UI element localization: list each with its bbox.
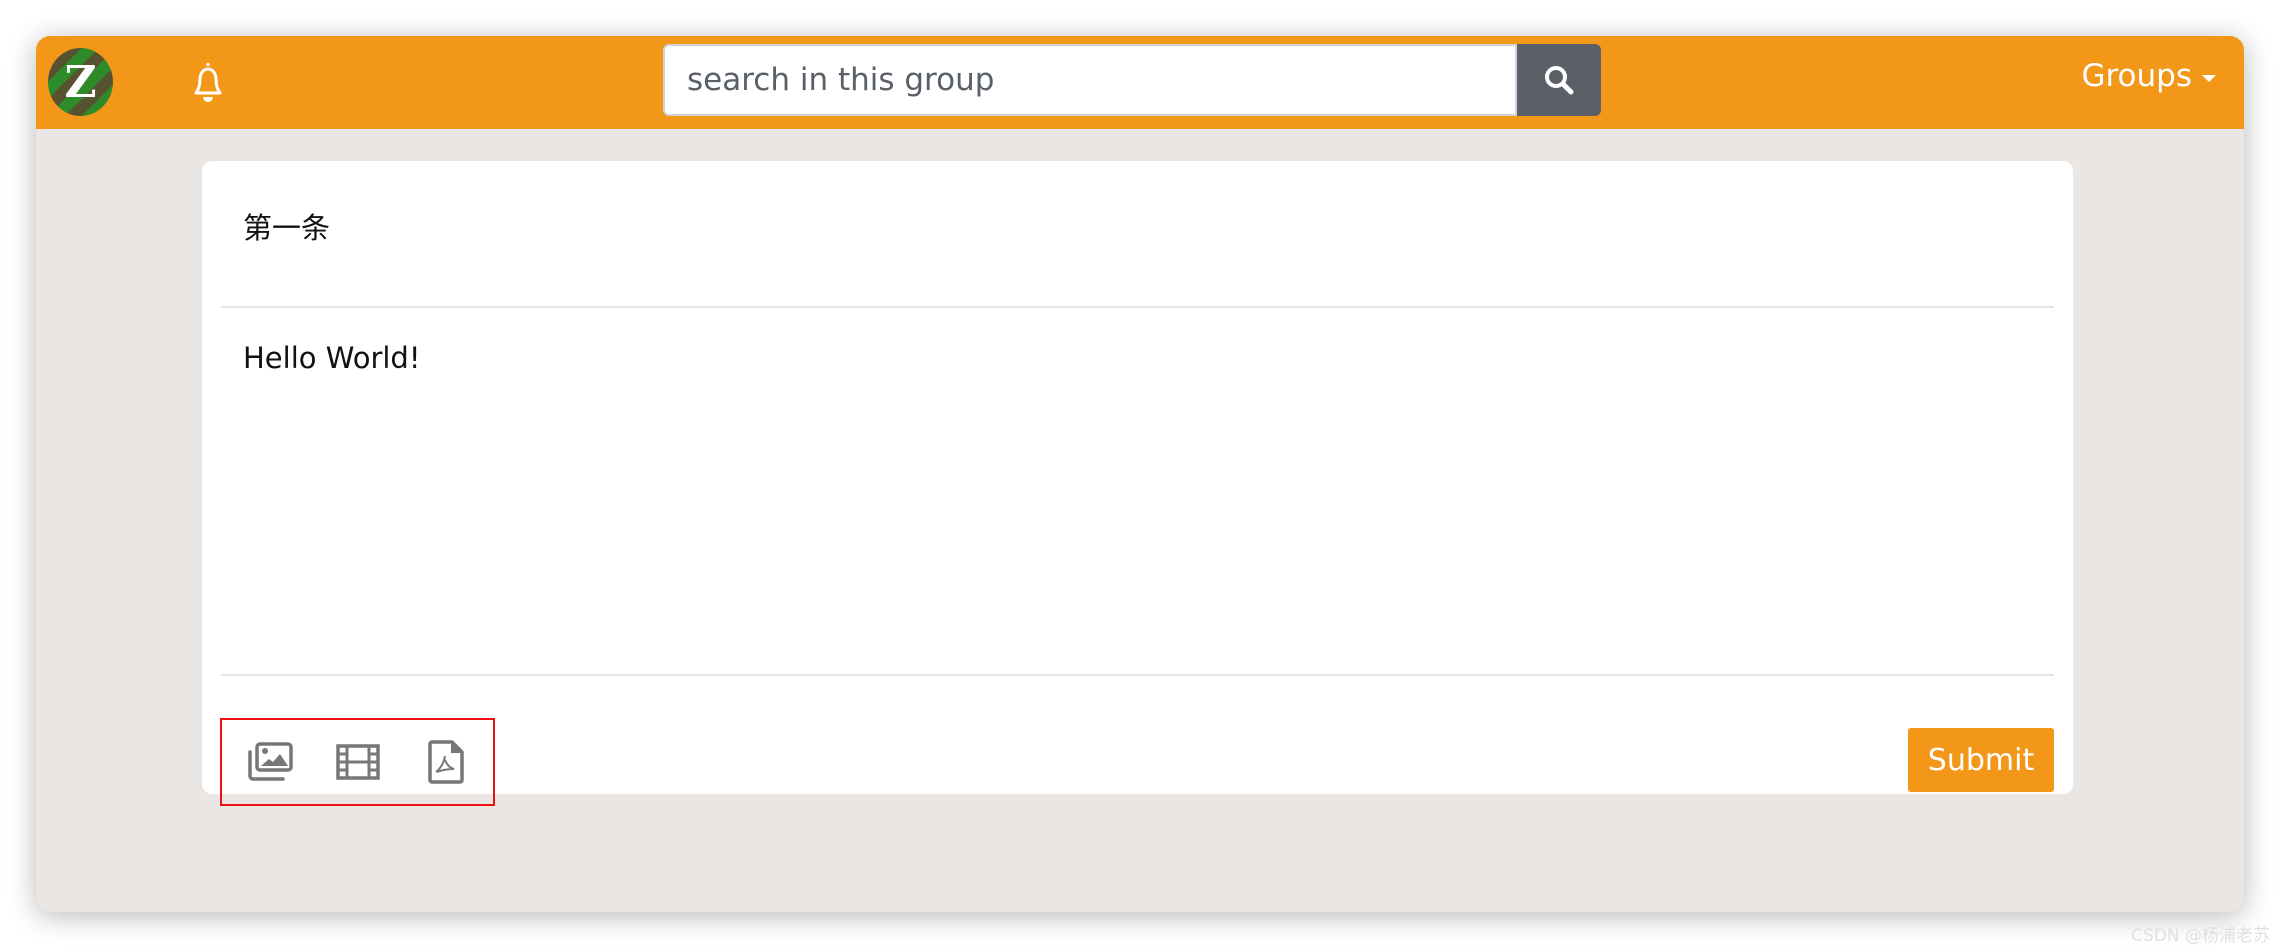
submit-button[interactable]: Submit [1908,728,2054,792]
watermark: CSDN @杨浦老苏 [2131,926,2270,946]
top-navbar: Z Groups [36,36,2244,129]
divider [221,674,2054,676]
groups-dropdown[interactable]: Groups [2081,58,2216,94]
film-icon[interactable] [334,738,382,786]
logo[interactable]: Z [48,48,113,116]
post-content-editor[interactable]: Hello World! [243,311,2032,611]
post-content: Hello World! [243,341,421,375]
pdf-file-icon[interactable] [422,738,470,786]
groups-label: Groups [2081,58,2192,94]
search-bar [663,44,1601,116]
search-button[interactable] [1517,44,1601,116]
post-title[interactable]: 第一条 [243,205,330,247]
logo-letter: Z [64,56,97,108]
bell-icon[interactable] [188,60,228,104]
images-icon[interactable] [246,738,294,786]
divider [221,306,2054,308]
attachment-toolbar [220,718,495,806]
caret-down-icon [2202,74,2216,82]
search-icon [1545,66,1574,95]
app-window: Z Groups 第一条 Hello World! [36,36,2244,912]
search-input[interactable] [663,44,1517,116]
post-editor-card: 第一条 Hello World! Submit [202,161,2073,806]
